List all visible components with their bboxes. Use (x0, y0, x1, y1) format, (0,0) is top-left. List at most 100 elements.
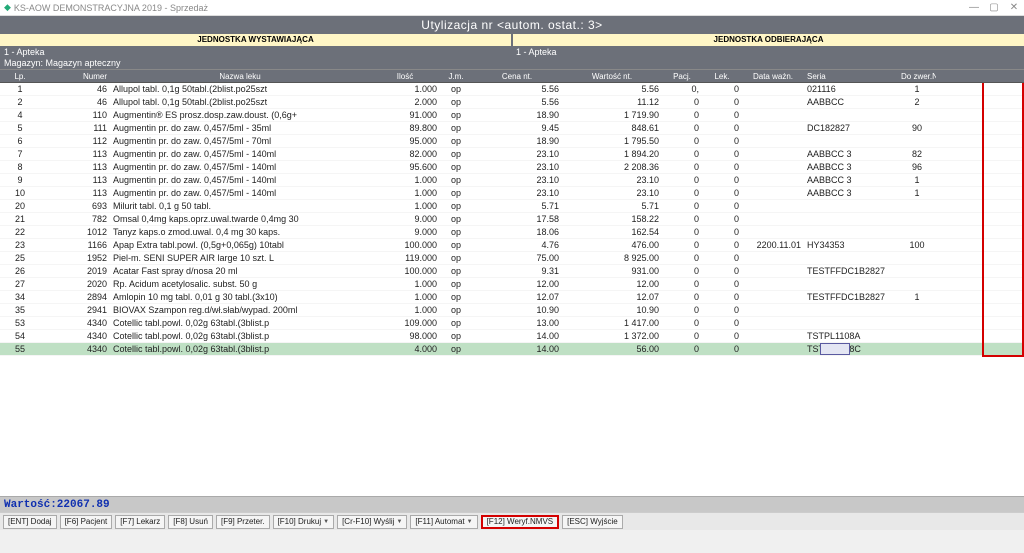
cell-cena: 14.00 (472, 344, 562, 354)
cell-jm: op (440, 305, 472, 315)
btn-ent-dodaj[interactable]: [ENT] Dodaj (3, 515, 57, 529)
cell-lp: 4 (0, 110, 40, 120)
cell-cena: 18.06 (472, 227, 562, 237)
cell-pacj: 0 (662, 110, 702, 120)
minimize-button[interactable]: — (964, 2, 984, 13)
cell-wart: 1 795.50 (562, 136, 662, 146)
cell-wart: 23.10 (562, 175, 662, 185)
cell-wart: 12.00 (562, 279, 662, 289)
cell-lp: 53 (0, 318, 40, 328)
cell-nazwa: Rp. Acidum acetylosalic. subst. 50 g (110, 279, 370, 289)
table-row[interactable]: 251952Piel-m. SENI SUPER AIR large 10 sz… (0, 252, 1024, 265)
cell-lek: 0 (702, 162, 742, 172)
table-row[interactable]: 9113Augmentin pr. do zaw. 0,457/5ml - 14… (0, 174, 1024, 187)
table-row[interactable]: 272020Rp. Acidum acetylosalic. subst. 50… (0, 278, 1024, 291)
cell-zwer: 1 (898, 292, 936, 302)
btn-f11-automat[interactable]: [F11] Automat▼ (410, 515, 477, 529)
cell-pacj: 0 (662, 201, 702, 211)
cell-ilosc: 1.000 (370, 279, 440, 289)
cell-lek: 0 (702, 344, 742, 354)
cell-nazwa: Omsal 0,4mg kaps.oprz.uwal.twarde 0,4mg … (110, 214, 370, 224)
table-row[interactable]: 221012Tanyz kaps.o zmod.uwal. 0,4 mg 30 … (0, 226, 1024, 239)
cell-lek: 0 (702, 136, 742, 146)
cell-ilosc: 82.000 (370, 149, 440, 159)
table-row[interactable]: 7113Augmentin pr. do zaw. 0,457/5ml - 14… (0, 148, 1024, 161)
cell-seria: AABBCC 3 (804, 149, 898, 159)
cell-lek: 0 (702, 279, 742, 289)
cell-cena: 17.58 (472, 214, 562, 224)
cell-jm: op (440, 188, 472, 198)
btn-esc-wyjscie[interactable]: [ESC] Wyjście (562, 515, 623, 529)
cell-nazwa: Augmentin pr. do zaw. 0,457/5ml - 140ml (110, 175, 370, 185)
btn-f7-lekarz[interactable]: [F7] Lekarz (115, 515, 165, 529)
cell-lek: 0 (702, 123, 742, 133)
cell-numer: 113 (40, 149, 110, 159)
cell-lek: 0 (702, 331, 742, 341)
unit-left-value: 1 - Apteka (0, 46, 512, 58)
table-row[interactable]: 352941BIOVAX Szampon reg.d/wł.słab/wypad… (0, 304, 1024, 317)
table-row[interactable]: 262019Acatar Fast spray d/nosa 20 ml100.… (0, 265, 1024, 278)
cell-numer: 4340 (40, 344, 110, 354)
unit-right-label: JEDNOSTKA ODBIERAJĄCA (513, 34, 1024, 46)
table-row[interactable]: 6112Augmentin pr. do zaw. 0,457/5ml - 70… (0, 135, 1024, 148)
cell-pacj: 0 (662, 188, 702, 198)
cell-wart: 5.71 (562, 201, 662, 211)
cell-numer: 693 (40, 201, 110, 211)
table-row[interactable]: 554340Cotellic tabl.powl. 0,02g 63tabl.(… (0, 343, 1024, 356)
table-body[interactable]: 146Allupol tabl. 0,1g 50tabl.(2blist.po2… (0, 83, 1024, 496)
btn-f9-przeter[interactable]: [F9] Przeter. (216, 515, 270, 529)
cell-seria: AABBCC (804, 97, 898, 107)
cell-lek: 0 (702, 305, 742, 315)
cell-ilosc: 91.000 (370, 110, 440, 120)
table-row[interactable]: 231166Apap Extra tabl.powl. (0,5g+0,065g… (0, 239, 1024, 252)
cell-lek: 0 (702, 188, 742, 198)
cell-lek: 0 (702, 201, 742, 211)
table-row[interactable]: 342894Amlopin 10 mg tabl. 0,01 g 30 tabl… (0, 291, 1024, 304)
btn-f10-drukuj[interactable]: [F10] Drukuj▼ (273, 515, 335, 529)
table-row[interactable]: 4110Augmentin® ES prosz.dosp.zaw.doust. … (0, 109, 1024, 122)
cell-pacj: 0 (662, 175, 702, 185)
col-ilosc: Ilość (370, 72, 440, 81)
table-row[interactable]: 8113Augmentin pr. do zaw. 0,457/5ml - 14… (0, 161, 1024, 174)
maximize-button[interactable]: ▢ (984, 2, 1004, 13)
btn-f12-weryf-nmvs[interactable]: [F12] Weryf.NMVS (481, 515, 560, 529)
cell-cena: 13.00 (472, 318, 562, 328)
btn-cf10-wyslij[interactable]: [Cr-F10] Wyślij▼ (337, 515, 407, 529)
cell-pacj: 0 (662, 253, 702, 263)
cell-numer: 1012 (40, 227, 110, 237)
cell-pacj: 0, (662, 84, 702, 94)
cell-nazwa: Augmentin pr. do zaw. 0,457/5ml - 140ml (110, 149, 370, 159)
cell-ilosc: 1.000 (370, 292, 440, 302)
cell-pacj: 0 (662, 305, 702, 315)
cell-wart: 5.56 (562, 84, 662, 94)
table-row[interactable]: 10113Augmentin pr. do zaw. 0,457/5ml - 1… (0, 187, 1024, 200)
cell-pacj: 0 (662, 227, 702, 237)
cell-seria: TESTFFDC1B2827 (804, 266, 898, 276)
btn-f8-usun[interactable]: [F8] Usuń (168, 515, 213, 529)
cell-cena: 23.10 (472, 188, 562, 198)
table-row[interactable]: 21782Omsal 0,4mg kaps.oprz.uwal.twarde 0… (0, 213, 1024, 226)
table-row[interactable]: 5111Augmentin pr. do zaw. 0,457/5ml - 35… (0, 122, 1024, 135)
table-row[interactable]: 20693Milurit tabl. 0,1 g 50 tabl.1.000op… (0, 200, 1024, 213)
cell-nazwa: Augmentin pr. do zaw. 0,457/5ml - 35ml (110, 123, 370, 133)
cell-ilosc: 1.000 (370, 84, 440, 94)
cell-lp: 5 (0, 123, 40, 133)
cell-wart: 11.12 (562, 97, 662, 107)
cell-zwer: 1 (898, 175, 936, 185)
cell-numer: 110 (40, 110, 110, 120)
cell-lp: 10 (0, 188, 40, 198)
table-row[interactable]: 534340Cotellic tabl.powl. 0,02g 63tabl.(… (0, 317, 1024, 330)
cell-lp: 55 (0, 344, 40, 354)
cell-zwer: 1 (898, 188, 936, 198)
seria-edit-box[interactable] (820, 343, 850, 355)
close-button[interactable]: ✕ (1004, 2, 1024, 13)
table-row[interactable]: 544340Cotellic tabl.powl. 0,02g 63tabl.(… (0, 330, 1024, 343)
cell-lek: 0 (702, 253, 742, 263)
cell-wart: 1 372.00 (562, 331, 662, 341)
cell-wart: 931.00 (562, 266, 662, 276)
cell-nazwa: Amlopin 10 mg tabl. 0,01 g 30 tabl.(3x10… (110, 292, 370, 302)
table-row[interactable]: 146Allupol tabl. 0,1g 50tabl.(2blist.po2… (0, 83, 1024, 96)
btn-f6-pacjent[interactable]: [F6] Pacjent (60, 515, 113, 529)
cell-seria: TSTPL1108C (804, 344, 898, 354)
table-row[interactable]: 246Allupol tabl. 0,1g 50tabl.(2blist.po2… (0, 96, 1024, 109)
